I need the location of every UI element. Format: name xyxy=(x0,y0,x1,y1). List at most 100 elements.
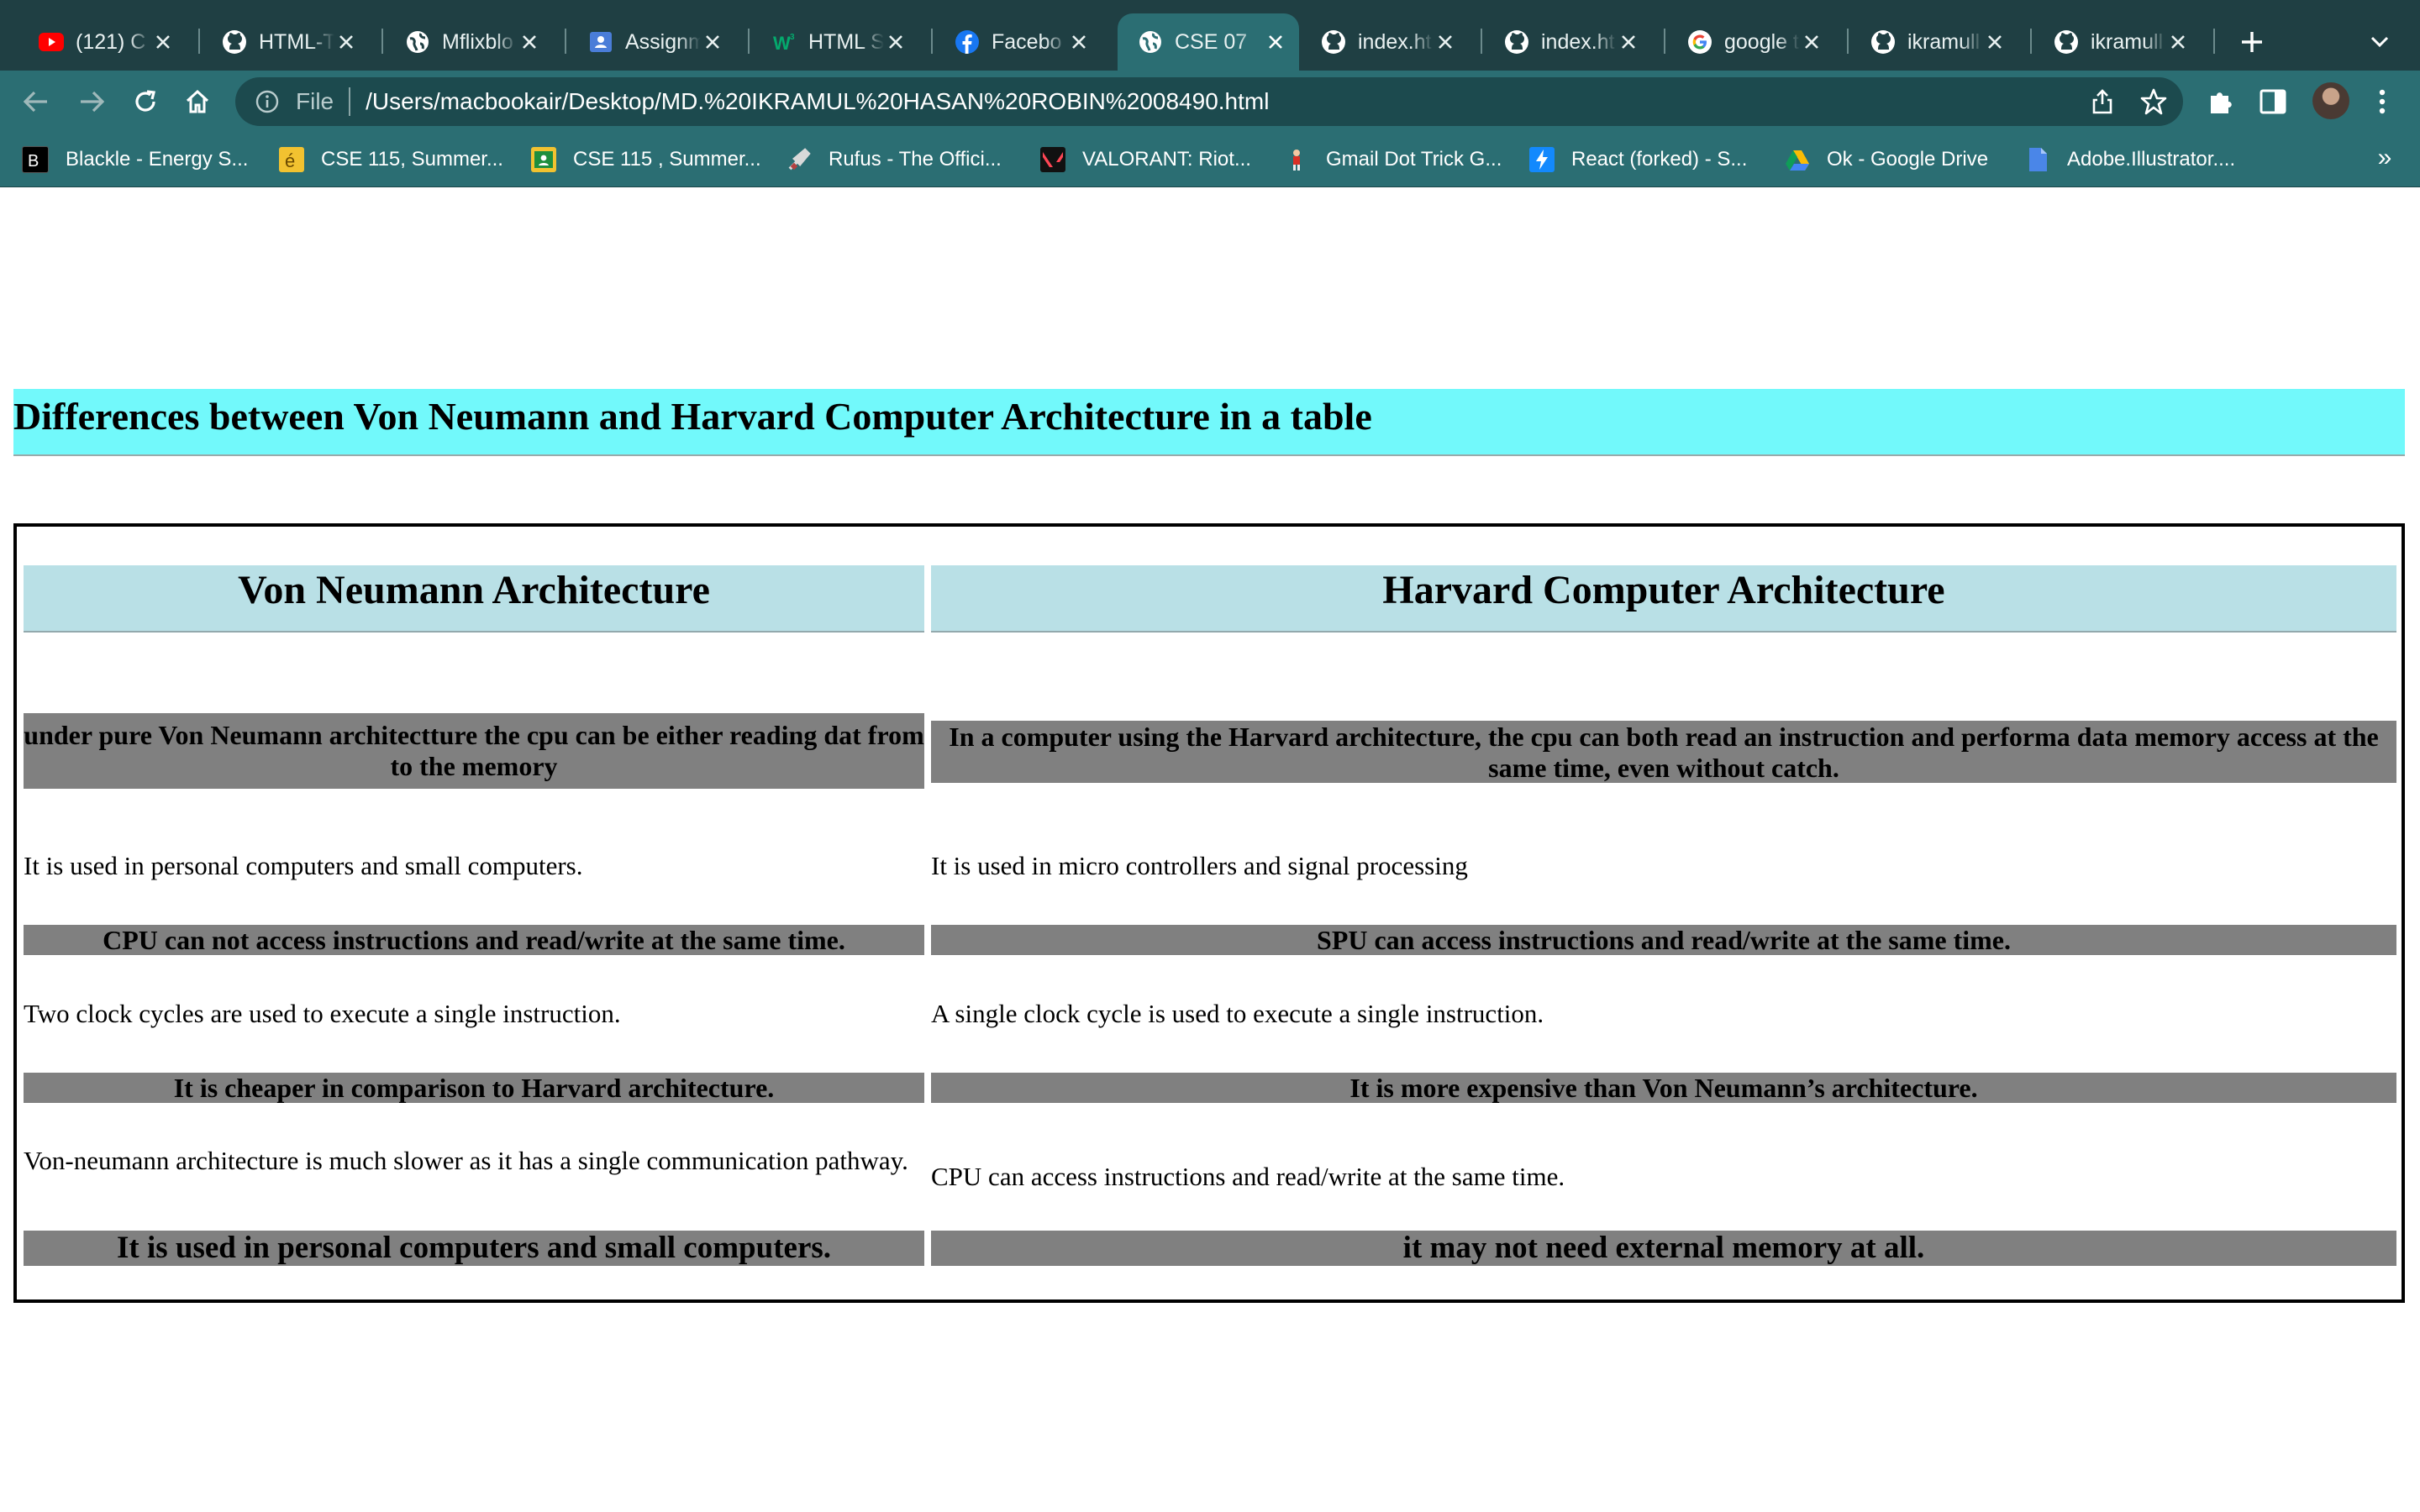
github-icon xyxy=(1870,29,1896,55)
bookmark-label: Ok - Google Drive xyxy=(1827,148,1989,171)
tab-title: Facebo xyxy=(992,29,1062,54)
close-tab-icon[interactable] xyxy=(151,30,175,54)
browser-tab[interactable]: Mflixblo xyxy=(385,18,553,66)
table-cell-harvard: SPU can access instructions and read/wri… xyxy=(931,925,2396,955)
tab-title: HTML-T xyxy=(259,29,334,54)
menu-button[interactable] xyxy=(2365,84,2400,119)
github-icon xyxy=(1504,29,1529,55)
arrow-left-icon xyxy=(24,91,47,113)
side-panel-button[interactable] xyxy=(2255,84,2291,119)
address-divider xyxy=(349,87,351,116)
tab-title: CSE 07 xyxy=(1175,29,1248,54)
eduhub-icon: é xyxy=(279,147,304,172)
table-cell-von-neumann: Von-neumann architecture is much slower … xyxy=(24,1146,908,1175)
address-bar[interactable]: File /Users/macbookair/Desktop/MD.%20IKR… xyxy=(235,77,2183,126)
profile-avatar[interactable] xyxy=(2312,82,2349,119)
kebab-menu-icon xyxy=(2379,89,2386,114)
tab-separator xyxy=(2030,29,2032,54)
close-tab-icon[interactable] xyxy=(701,30,724,54)
close-tab-icon[interactable] xyxy=(1434,30,1457,54)
url-text[interactable]: /Users/macbookair/Desktop/MD.%20IKRAMUL%… xyxy=(366,88,1269,115)
close-tab-icon[interactable] xyxy=(334,30,358,54)
close-tab-icon[interactable] xyxy=(884,30,908,54)
browser-tab[interactable]: ikramull xyxy=(2033,18,2202,66)
plus-icon xyxy=(2242,32,2262,52)
tab-separator xyxy=(1481,29,1482,54)
tab-separator xyxy=(198,29,200,54)
bookmark-item[interactable]: B Blackle - Energy S... xyxy=(22,143,248,176)
browser-tab[interactable]: google t xyxy=(1667,18,1835,66)
bookmark-item[interactable]: Rufus - The Offici... xyxy=(786,143,1002,176)
browser-tab[interactable]: (121) C xyxy=(18,18,187,66)
bookmark-label: VALORANT: Riot... xyxy=(1082,148,1251,171)
bookmark-label: Blackle - Energy S... xyxy=(66,148,249,171)
tab-title: ikramull xyxy=(2091,29,2164,54)
reload-icon xyxy=(135,90,155,112)
extensions-button[interactable] xyxy=(2203,84,2238,119)
table-cell-harvard: it may not need external memory at all. xyxy=(931,1231,2396,1266)
browser-tab-bar: (121) C HTML-T Mflixblo Assignm W3 HTML … xyxy=(0,0,2420,71)
forward-button[interactable] xyxy=(72,82,111,121)
close-tab-icon[interactable] xyxy=(2166,30,2190,54)
classroom-icon xyxy=(531,147,556,172)
bookmark-label: React (forked) - S... xyxy=(1571,148,1748,171)
url-scheme-label: File xyxy=(296,88,334,114)
share-icon[interactable] xyxy=(2089,88,2116,115)
table-cell-von-neumann: It is used in personal computers and sma… xyxy=(24,1231,924,1266)
browser-tab[interactable]: Assignm xyxy=(568,18,736,66)
globe-icon xyxy=(405,29,430,55)
browser-tab[interactable]: HTML-T xyxy=(202,18,370,66)
browser-tab[interactable]: ikramull xyxy=(1850,18,2018,66)
bookmark-item[interactable]: Adobe.Illustrator.... xyxy=(2025,143,2235,176)
tab-title: Mflixblo xyxy=(442,29,513,54)
bookmark-item[interactable]: Ok - Google Drive xyxy=(1785,143,1988,176)
tab-separator xyxy=(748,29,750,54)
valorant-icon xyxy=(1040,147,1065,172)
table-cell-harvard: It is used in micro controllers and sign… xyxy=(931,851,1468,880)
blackle-icon: B xyxy=(22,146,49,173)
bookmark-item[interactable]: React (forked) - S... xyxy=(1529,143,1747,176)
tab-separator xyxy=(2213,29,2215,54)
tab-separator xyxy=(931,29,933,54)
google-icon xyxy=(1687,29,1712,55)
page-content: Differences between Von Neumann and Harv… xyxy=(0,187,2420,1512)
tab-title: Assignm xyxy=(625,29,701,54)
bookmarks-overflow-button[interactable]: » xyxy=(2368,141,2402,175)
tab-separator xyxy=(1664,29,1665,54)
bookmark-item[interactable]: VALORANT: Riot... xyxy=(1040,143,1251,176)
page-heading: Differences between Von Neumann and Harv… xyxy=(13,389,2405,456)
close-tab-icon[interactable] xyxy=(1264,30,1287,54)
tab-separator xyxy=(381,29,383,54)
browser-toolbar: File /Users/macbookair/Desktop/MD.%20IKR… xyxy=(0,71,2420,133)
back-button[interactable] xyxy=(17,82,55,121)
browser-tab[interactable]: W3 HTML S xyxy=(751,18,919,66)
new-tab-button[interactable] xyxy=(2233,24,2270,60)
info-icon[interactable] xyxy=(254,88,281,115)
browser-tab[interactable]: Facebo xyxy=(934,18,1102,66)
tab-search-button[interactable] xyxy=(2363,25,2396,59)
table-cell-harvard: In a computer using the Harvard architec… xyxy=(931,721,2396,783)
github-icon xyxy=(1321,29,1346,55)
close-tab-icon[interactable] xyxy=(518,30,541,54)
tab-title: (121) C xyxy=(76,29,146,54)
tab-title: google t xyxy=(1724,29,1799,54)
close-tab-icon[interactable] xyxy=(1067,30,1091,54)
bookmark-item[interactable]: CSE 115 , Summer... xyxy=(531,143,761,176)
browser-tab-active[interactable]: CSE 07 xyxy=(1118,13,1299,71)
browser-tab[interactable]: index.ht xyxy=(1484,18,1652,66)
tab-title: ikramull xyxy=(1907,29,1981,54)
reload-button[interactable] xyxy=(126,82,165,121)
browser-tab[interactable]: index.ht xyxy=(1301,18,1469,66)
home-button[interactable] xyxy=(178,82,217,121)
gmail-dot-trick-icon xyxy=(1284,147,1309,172)
svg-text:W: W xyxy=(773,33,791,54)
bookmark-label: CSE 115, Summer... xyxy=(321,148,503,171)
side-panel-icon xyxy=(2260,89,2286,114)
svg-text:é: é xyxy=(285,150,295,171)
close-tab-icon[interactable] xyxy=(1983,30,2007,54)
close-tab-icon[interactable] xyxy=(1617,30,1640,54)
close-tab-icon[interactable] xyxy=(1800,30,1823,54)
bookmark-star-icon[interactable] xyxy=(2139,87,2168,116)
bookmark-item[interactable]: é CSE 115, Summer... xyxy=(279,143,503,176)
bookmark-item[interactable]: Gmail Dot Trick G... xyxy=(1284,143,1502,176)
